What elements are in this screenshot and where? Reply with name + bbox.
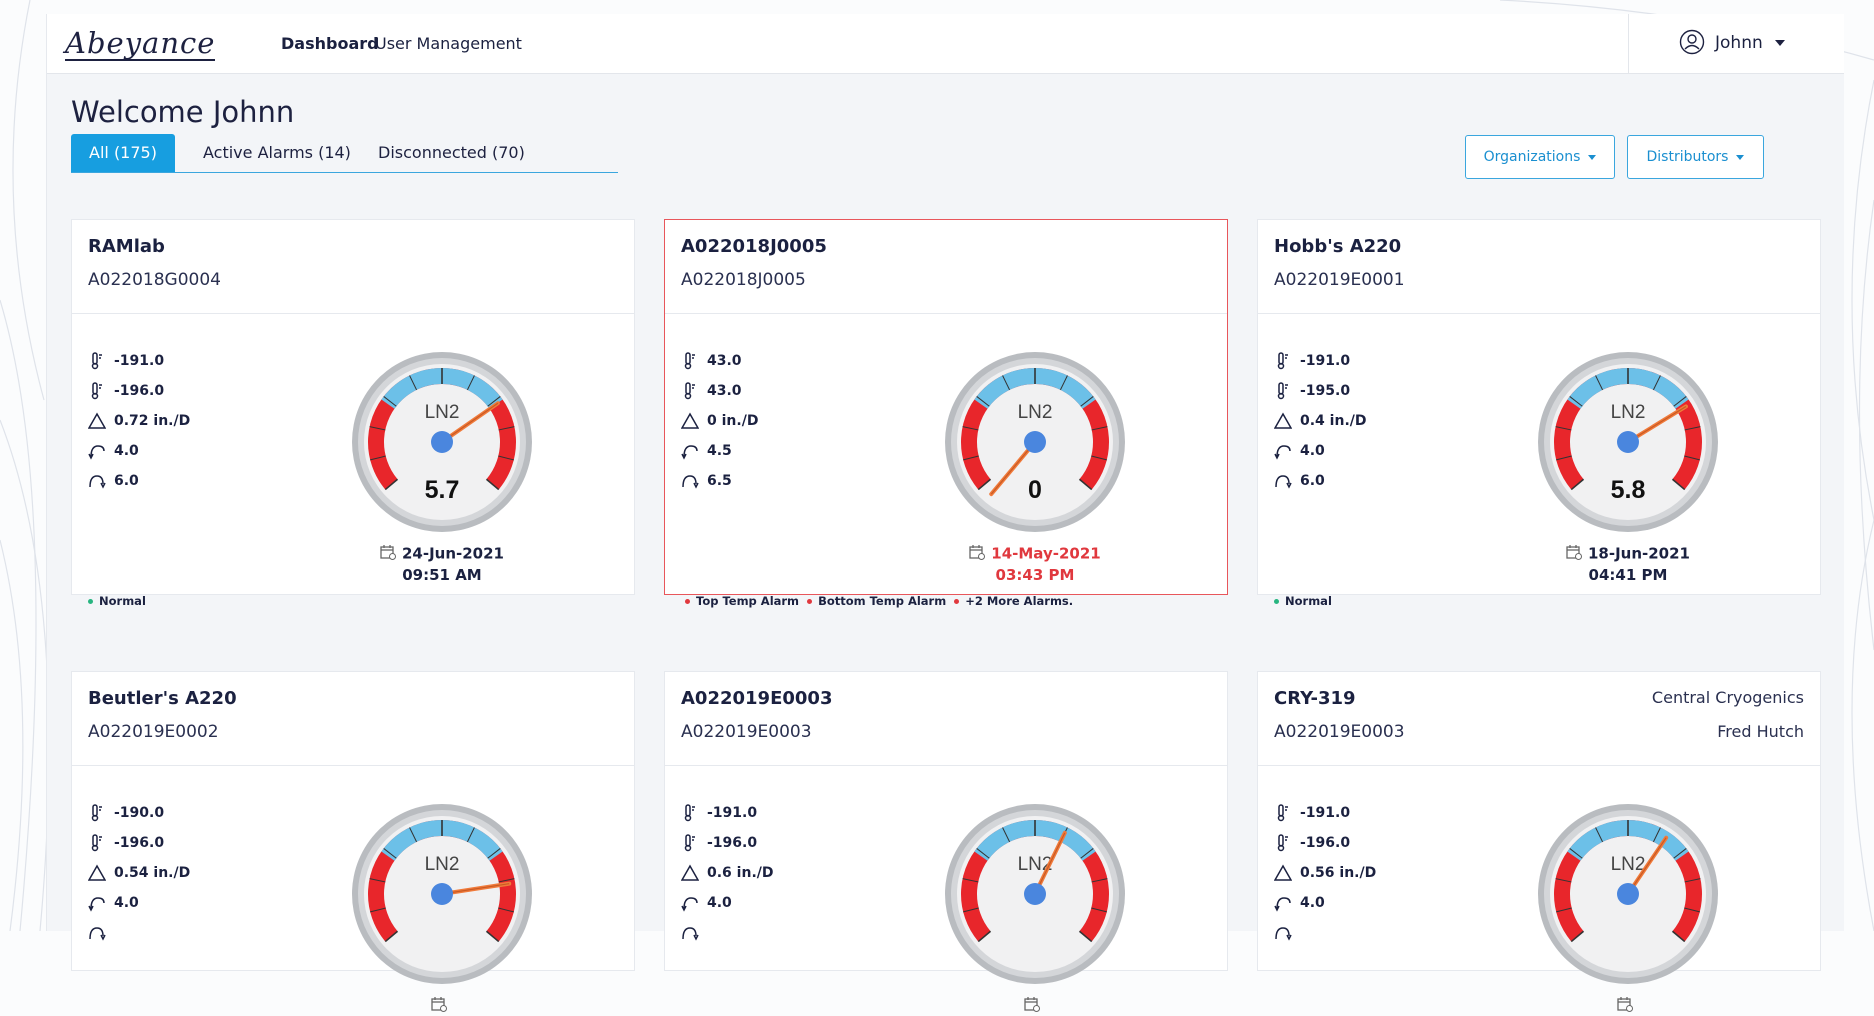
tab-all[interactable]: All (175) [71, 134, 175, 172]
svg-text:LN2: LN2 [1611, 402, 1646, 423]
status-dot-icon [88, 599, 93, 604]
calendar-icon [431, 996, 447, 1016]
status-dot-icon [1274, 599, 1279, 604]
status-item: +2 More Alarms. [950, 594, 1073, 608]
device-name: CRY-319 [1274, 688, 1356, 709]
card-header: RAMlab A022018G0004 [72, 220, 634, 314]
svg-text:5.8: 5.8 [1611, 476, 1646, 504]
top-navbar: Abeyance Dashboard User Management Johnn [47, 14, 1844, 74]
level-gauge: LN2 5.8 [1536, 350, 1720, 534]
reading-date [336, 996, 548, 1016]
level-gauge: LN2 [1536, 802, 1720, 986]
filter-tabs: All (175) Active Alarms (14) Disconnecte… [71, 134, 618, 173]
reading-date: 24-Jun-2021 [336, 544, 548, 564]
device-organization: Central Cryogenics [1651, 688, 1804, 707]
nav-user-management[interactable]: User Management [375, 34, 522, 53]
device-distributor: Fred Hutch [1717, 722, 1804, 741]
device-name: A022019E0003 [681, 688, 833, 709]
calendar-icon [380, 544, 396, 564]
chevron-down-icon [1736, 154, 1745, 160]
level-gauge: LN2 [350, 802, 534, 986]
distributors-dropdown[interactable]: Distributors [1627, 135, 1764, 179]
device-card[interactable]: A022019E0003 A022019E0003 -191.0 -196.0 0.6 … [664, 671, 1228, 1012]
device-serial: A022019E0003 [1274, 722, 1405, 742]
device-card[interactable]: A022018J0005 A022018J0005 43.0 43.0 0 in./D 4… [664, 219, 1228, 608]
calendar-icon [1024, 996, 1040, 1016]
card-header: Hobb's A220 A022019E0001 [1258, 220, 1820, 314]
reading-date [929, 996, 1141, 1016]
card-header: CRY-319 A022019E0003 Central Cryogenics Fre… [1258, 672, 1820, 766]
tab-disconnected[interactable]: Disconnected (70) [378, 134, 525, 172]
status-item: Normal [88, 594, 146, 608]
status-line: Normal [88, 594, 146, 608]
svg-text:LN2: LN2 [1611, 854, 1646, 875]
svg-text:5.7: 5.7 [425, 476, 460, 504]
device-serial: A022019E0003 [681, 722, 812, 742]
reading-time: 09:51 AM [402, 566, 482, 584]
user-name: Johnn [1715, 33, 1763, 53]
status-dot-icon [685, 599, 690, 604]
status-dot-icon [807, 599, 813, 604]
device-serial: A022018G0004 [88, 270, 221, 290]
device-name: RAMlab [88, 236, 165, 257]
status-item: Normal [1274, 594, 1332, 608]
device-card[interactable]: Beutler's A220 A022019E0002 -190.0 -196.0 0.… [71, 671, 635, 1012]
device-serial: A022019E0002 [88, 722, 219, 742]
card-header: A022018J0005 A022018J0005 [665, 220, 1227, 314]
status-item: Bottom Temp Alarm [803, 594, 950, 608]
level-gauge: LN2 [943, 802, 1127, 986]
organizations-dropdown[interactable]: Organizations [1465, 135, 1615, 179]
device-card[interactable]: Hobb's A220 A022019E0001 -191.0 -195.0 0.4 i… [1257, 219, 1821, 608]
device-name: Hobb's A220 [1274, 236, 1402, 257]
device-serial: A022019E0001 [1274, 270, 1405, 290]
svg-text:0: 0 [1028, 476, 1042, 504]
level-gauge: LN2 5.7 [350, 350, 534, 534]
nav-dashboard[interactable]: Dashboard [281, 34, 379, 53]
device-card[interactable]: CRY-319 A022019E0003 Central Cryogenics Fre… [1257, 671, 1821, 1012]
device-card[interactable]: RAMlab A022018G0004 -191.0 -196.0 0.72 in./D… [71, 219, 635, 608]
svg-text:LN2: LN2 [425, 402, 460, 423]
app-window: Abeyance Dashboard User Management Johnn… [46, 14, 1844, 1012]
abeyance-logo[interactable]: Abeyance [65, 26, 216, 61]
reading-date: 18-Jun-2021 [1522, 544, 1734, 564]
level-gauge: LN2 0 [943, 350, 1127, 534]
device-name: A022018J0005 [681, 236, 827, 257]
svg-text:LN2: LN2 [1018, 402, 1053, 423]
reading-date [1522, 996, 1734, 1016]
user-avatar-icon [1679, 29, 1705, 55]
reading-time: 03:43 PM [995, 566, 1075, 584]
card-header: A022019E0003 A022019E0003 [665, 672, 1227, 766]
calendar-icon [1566, 544, 1582, 564]
user-menu[interactable]: Johnn [1628, 14, 1844, 73]
tab-active-alarms[interactable]: Active Alarms (14) [203, 134, 351, 172]
card-header: Beutler's A220 A022019E0002 [72, 672, 634, 766]
status-line: Normal [1274, 594, 1332, 608]
reading-date: 14-May-2021 [929, 544, 1141, 564]
chevron-down-icon [1775, 40, 1785, 46]
status-line: Top Temp Alarm Bottom Temp Alarm +2 More… [681, 594, 1073, 608]
status-dot-icon [954, 599, 960, 604]
svg-text:LN2: LN2 [425, 854, 460, 875]
calendar-icon [969, 544, 986, 564]
page-title: Welcome Johnn [71, 95, 295, 129]
device-serial: A022018J0005 [681, 270, 806, 290]
status-item: Top Temp Alarm [681, 594, 803, 608]
chevron-down-icon [1588, 154, 1597, 160]
calendar-icon [1617, 996, 1633, 1016]
device-name: Beutler's A220 [88, 688, 237, 709]
reading-time: 04:41 PM [1588, 566, 1668, 584]
